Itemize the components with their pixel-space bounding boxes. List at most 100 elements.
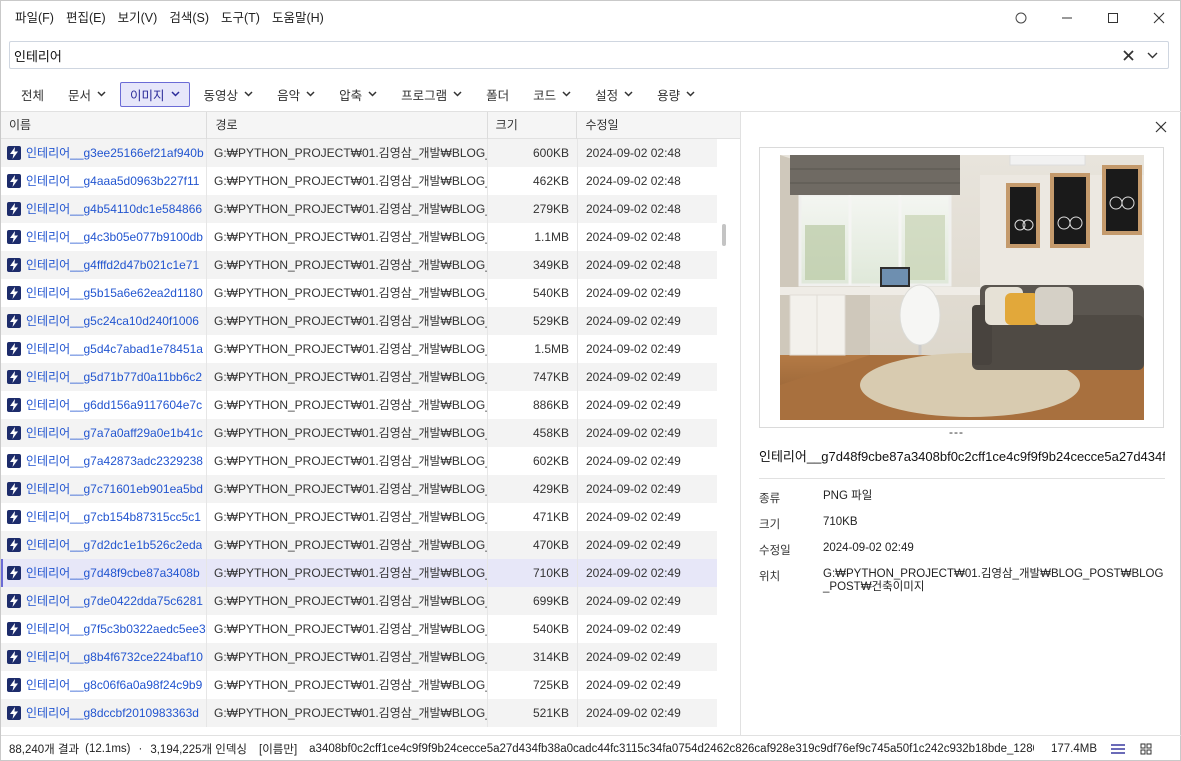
table-row[interactable]: 인테리어__g4b54110dc1e584866 G:₩PYTHON_PROJEC… <box>1 195 717 223</box>
menu-item[interactable]: 파일(F) <box>9 1 60 35</box>
file-name: 인테리어__g4b54110dc1e584866 <box>26 202 203 216</box>
lightning-file-icon <box>7 286 21 300</box>
cell-size: 747KB <box>488 363 578 391</box>
table-row[interactable]: 인테리어__g4fffd2d47b021c1e71 G:₩PYTHON_PROJE… <box>1 251 717 279</box>
table-row[interactable]: 인테리어__g7f5c3b0322aedc5ee3 G:₩PYTHON_PROJE… <box>1 615 717 643</box>
filter-tab[interactable]: 동영상 <box>194 82 264 107</box>
table-row[interactable]: 인테리어__g8dccbf2010983363d G:₩PYTHON_PROJEC… <box>1 699 717 727</box>
minimize-button[interactable] <box>1044 1 1090 35</box>
search-mode[interactable]: [이름만] <box>259 741 297 757</box>
chevron-down-icon <box>453 89 462 100</box>
search-box <box>9 41 1169 69</box>
pin-icon[interactable] <box>998 1 1044 35</box>
file-name: 인테리어__g4fffd2d47b021c1e71 <box>26 258 200 272</box>
table-row[interactable]: 인테리어__g7de0422dda75c6281 G:₩PYTHON_PROJEC… <box>1 587 717 615</box>
menu-item[interactable]: 편집(E) <box>60 1 112 35</box>
search-input[interactable] <box>10 42 1116 68</box>
chevron-down-icon <box>171 89 180 100</box>
file-name: 인테리어__g7f5c3b0322aedc5ee3 <box>26 622 206 636</box>
status-separator: · <box>138 742 143 755</box>
clear-search-icon[interactable] <box>1116 42 1140 68</box>
filter-tab-label: 코드 <box>533 88 557 103</box>
menu-item[interactable]: 검색(S) <box>163 1 215 35</box>
lightning-file-icon <box>7 482 21 496</box>
cell-path: G:₩PYTHON_PROJECT₩01.김영삼_개발₩BLOG_PO <box>207 307 488 335</box>
table-row[interactable]: 인테리어__g8b4f6732ce224baf10 G:₩PYTHON_PROJE… <box>1 643 717 671</box>
cell-name: 인테리어__g7de0422dda75c6281 <box>1 587 207 615</box>
menu-item[interactable]: 도움말(H) <box>266 1 330 35</box>
menu-item[interactable]: 도구(T) <box>215 1 266 35</box>
lightning-file-icon <box>7 650 21 664</box>
cell-modified: 2024-09-02 02:49 <box>586 398 681 412</box>
filter-tab[interactable]: 압축 <box>329 82 387 107</box>
filter-tabs: 전체 문서 이미지 동영상 음악 압축 프로그램 폴더 코드 설정 용량 <box>1 77 1181 112</box>
column-header-size[interactable]: 크기 <box>488 112 578 139</box>
menu-item[interactable]: 보기(V) <box>112 1 164 35</box>
table-row[interactable]: 인테리어__g7d2dc1e1b526c2eda G:₩PYTHON_PROJEC… <box>1 531 717 559</box>
table-row[interactable]: 인테리어__g7a7a0aff29a0e1b41c G:₩PYTHON_PROJE… <box>1 419 717 447</box>
cell-name: 인테리어__g5d71b77d0a11bb6c2 <box>1 363 207 391</box>
cell-size: 540KB <box>488 279 578 307</box>
filter-tab-label: 용량 <box>657 88 681 103</box>
column-header-path[interactable]: 경로 <box>207 112 488 139</box>
filter-tab-label: 동영상 <box>203 88 239 103</box>
cell-size: 470KB <box>488 531 578 559</box>
filter-tab[interactable]: 코드 <box>523 82 581 107</box>
maximize-button[interactable] <box>1090 1 1136 35</box>
cell-modified: 2024-09-02 02:49 <box>586 678 681 692</box>
indexed-count: 3,194,225개 인덱싱 <box>150 743 248 756</box>
preview-file-name: 인테리어__g7d48f9cbe87a3408bf0c2cff1ce4c9f9f… <box>759 449 1165 464</box>
table-row[interactable]: 인테리어__g7d48f9cbe87a3408b G:₩PYTHON_PROJEC… <box>1 559 717 587</box>
filter-tab[interactable]: 용량 <box>647 82 705 107</box>
close-preview-icon[interactable] <box>1154 120 1170 136</box>
table-row[interactable]: 인테리어__g5c24ca10d240f1006 G:₩PYTHON_PROJEC… <box>1 307 717 335</box>
scrollbar-thumb[interactable] <box>722 224 726 246</box>
chevron-down-icon <box>562 89 571 100</box>
filter-tab-label: 폴더 <box>486 88 510 103</box>
close-button[interactable] <box>1136 1 1181 35</box>
table-row[interactable]: 인테리어__g4aaa5d0963b227f11 G:₩PYTHON_PROJEC… <box>1 167 717 195</box>
cell-path: G:₩PYTHON_PROJECT₩01.김영삼_개발₩BLOG_PO <box>207 419 488 447</box>
table-row[interactable]: 인테리어__g5d71b77d0a11bb6c2 G:₩PYTHON_PROJEC… <box>1 363 717 391</box>
results-table: 이름 경로 크기 수정일 인테리어__g3ee25166ef21af940b G:… <box>1 112 741 735</box>
lightning-file-icon <box>7 202 21 216</box>
cell-name: 인테리어__g6dd156a9117604e7c <box>1 391 207 419</box>
table-row[interactable]: 인테리어__g7cb154b87315cc5c1 G:₩PYTHON_PROJEC… <box>1 503 717 531</box>
search-history-chevron-down-icon[interactable] <box>1140 42 1164 68</box>
grid-view-icon[interactable] <box>1137 740 1155 758</box>
filter-tab[interactable]: 문서 <box>58 82 116 107</box>
filter-tab[interactable]: 전체 <box>11 82 54 107</box>
table-row[interactable]: 인테리어__g5d4c7abad1e78451a G:₩PYTHON_PROJEC… <box>1 335 717 363</box>
filter-tab[interactable]: 이미지 <box>120 81 190 107</box>
metadata-row: 수정일 2024-09-02 02:49 <box>759 542 1165 558</box>
table-row[interactable]: 인테리어__g7a42873adc2329238 G:₩PYTHON_PROJEC… <box>1 447 717 475</box>
cell-modified: 2024-09-02 02:49 <box>586 314 681 328</box>
file-name: 인테리어__g8b4f6732ce224baf10 <box>26 650 203 664</box>
list-view-icon[interactable] <box>1109 740 1127 758</box>
table-row[interactable]: 인테리어__g4c3b05e077b9100db G:₩PYTHON_PROJEC… <box>1 223 717 251</box>
lightning-file-icon <box>7 566 21 580</box>
cell-size: 471KB <box>488 503 578 531</box>
table-row[interactable]: 인테리어__g8c06f6a0a98f24c9b9 G:₩PYTHON_PROJE… <box>1 671 717 699</box>
table-row[interactable]: 인테리어__g7c71601eb901ea5bd G:₩PYTHON_PROJEC… <box>1 475 717 503</box>
cell-modified: 2024-09-02 02:49 <box>586 342 681 356</box>
lightning-file-icon <box>7 538 21 552</box>
cell-size: 540KB <box>488 615 578 643</box>
chevron-down-icon <box>244 89 253 100</box>
filter-tab-label: 이미지 <box>130 88 165 103</box>
column-header-modified[interactable]: 수정일 <box>577 112 740 139</box>
cell-name: 인테리어__g7a42873adc2329238 <box>1 447 207 475</box>
cell-size: 279KB <box>488 195 578 223</box>
table-row[interactable]: 인테리어__g5b15a6e62ea2d1180 G:₩PYTHON_PROJEC… <box>1 279 717 307</box>
cell-path: G:₩PYTHON_PROJECT₩01.김영삼_개발₩BLOG_PO <box>207 503 488 531</box>
column-header-name[interactable]: 이름 <box>1 112 208 139</box>
cell-name: 인테리어__g5b15a6e62ea2d1180 <box>1 279 207 307</box>
filter-tab[interactable]: 음악 <box>267 82 325 107</box>
filter-tab[interactable]: 설정 <box>585 82 643 107</box>
filter-tab[interactable]: 폴더 <box>476 82 519 107</box>
cell-size: 600KB <box>488 139 578 167</box>
table-row[interactable]: 인테리어__g3ee25166ef21af940b G:₩PYTHON_PROJE… <box>1 139 717 167</box>
filter-tab[interactable]: 프로그램 <box>391 82 472 107</box>
preview-image[interactable] <box>780 155 1144 420</box>
table-row[interactable]: 인테리어__g6dd156a9117604e7c G:₩PYTHON_PROJEC… <box>1 391 717 419</box>
